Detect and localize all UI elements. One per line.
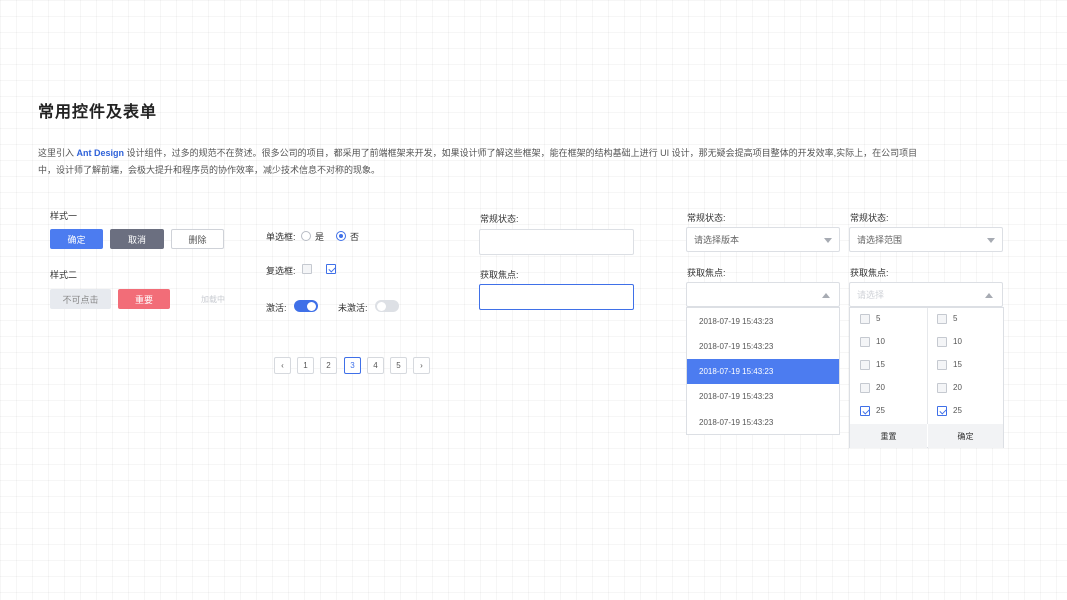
- style2-label: 样式二: [50, 270, 78, 280]
- range-select-open[interactable]: 请选择: [849, 282, 1003, 307]
- select1-focus-label: 获取焦点:: [687, 268, 726, 278]
- option-label: 25: [876, 406, 885, 415]
- select2-normal-label: 常规状态:: [850, 213, 889, 223]
- select2-focus-label: 获取焦点:: [850, 268, 889, 278]
- pagination-prev[interactable]: ‹: [274, 357, 291, 374]
- desc-prefix: 这里引入: [38, 148, 75, 158]
- dropdown-option[interactable]: 2018-07-19 15:43:23: [687, 410, 839, 435]
- switch-knob: [377, 301, 386, 311]
- option-label: 10: [876, 337, 885, 346]
- confirm-button[interactable]: 确定: [50, 229, 103, 249]
- input-focus-label: 获取焦点:: [480, 270, 519, 280]
- checkbox-unchecked[interactable]: [302, 264, 312, 274]
- pagination-page-3[interactable]: 3: [344, 357, 361, 374]
- option-label: 25: [953, 406, 962, 415]
- desc-brand: Ant Design: [76, 148, 125, 158]
- radio-no-label: 否: [350, 232, 360, 242]
- version-select-placeholder: 请选择版本: [694, 235, 740, 245]
- disabled-button: 不可点击: [50, 289, 111, 309]
- option-label: 5: [876, 314, 881, 323]
- pagination-page-1[interactable]: 1: [297, 357, 314, 374]
- input-normal-label: 常规状态:: [480, 214, 519, 224]
- text-input-focused[interactable]: [479, 284, 634, 310]
- option-label: 20: [876, 383, 885, 392]
- checkbox[interactable]: [860, 360, 870, 370]
- dropdown-option-selected[interactable]: 2018-07-19 15:43:23: [687, 359, 839, 384]
- version-dropdown: 2018-07-19 15:43:23 2018-07-19 15:43:23 …: [686, 307, 840, 435]
- switch-knob: [307, 301, 316, 311]
- checkbox[interactable]: [860, 314, 870, 324]
- page-title: 常用控件及表单: [38, 104, 158, 121]
- checkbox[interactable]: [937, 314, 947, 324]
- checkbox-label: 复选框:: [266, 266, 296, 276]
- checkbox[interactable]: [860, 383, 870, 393]
- page-description: 这里引入 Ant Design 设计组件，过多的规范不在赘述。很多公司的项目，都…: [38, 145, 918, 179]
- dropdown-option[interactable]: 2018-07-19 15:43:23: [687, 384, 839, 409]
- reset-button[interactable]: 重置: [850, 424, 927, 448]
- radio-no[interactable]: [336, 231, 346, 241]
- chevron-up-icon: [822, 293, 830, 298]
- switch-on-label: 激活:: [266, 303, 287, 313]
- pagination-page-2[interactable]: 2: [320, 357, 337, 374]
- range-select[interactable]: 请选择范围: [849, 227, 1003, 252]
- chevron-down-icon: [824, 238, 832, 243]
- loading-button[interactable]: 加载中: [186, 289, 240, 309]
- chevron-up-icon: [985, 293, 993, 298]
- range-confirm-button[interactable]: 确定: [928, 424, 1003, 448]
- checkbox[interactable]: [937, 383, 947, 393]
- important-button[interactable]: 重要: [118, 289, 170, 309]
- dropdown-option[interactable]: 2018-07-19 15:43:23: [687, 334, 839, 359]
- dropdown-option[interactable]: 2018-07-19 15:43:23: [687, 309, 839, 334]
- range-select-open-placeholder: 请选择: [857, 290, 885, 300]
- cancel-button[interactable]: 取消: [110, 229, 164, 249]
- option-label: 15: [876, 360, 885, 369]
- range-select-placeholder: 请选择范围: [857, 235, 903, 245]
- style1-label: 样式一: [50, 211, 78, 221]
- version-select[interactable]: 请选择版本: [686, 227, 840, 252]
- version-select-open[interactable]: [686, 282, 840, 307]
- switch-on[interactable]: [294, 300, 318, 312]
- option-label: 5: [953, 314, 958, 323]
- delete-button[interactable]: 删除: [171, 229, 224, 249]
- radio-yes-label: 是: [315, 232, 325, 242]
- pagination-next[interactable]: ›: [413, 357, 430, 374]
- radio-label: 单选框:: [266, 232, 296, 242]
- checkbox[interactable]: [860, 337, 870, 347]
- pagination-page-5[interactable]: 5: [390, 357, 407, 374]
- select1-normal-label: 常规状态:: [687, 213, 726, 223]
- radio-yes[interactable]: [301, 231, 311, 241]
- option-label: 20: [953, 383, 962, 392]
- checkbox[interactable]: [937, 337, 947, 347]
- chevron-down-icon: [987, 238, 995, 243]
- text-input-normal[interactable]: [479, 229, 634, 255]
- switch-off-label: 未激活:: [338, 303, 368, 313]
- switch-off[interactable]: [375, 300, 399, 312]
- checkbox-checked[interactable]: [860, 406, 870, 416]
- option-label: 15: [953, 360, 962, 369]
- checkbox-checked[interactable]: [937, 406, 947, 416]
- pagination-page-4[interactable]: 4: [367, 357, 384, 374]
- checkbox-checked[interactable]: [326, 264, 336, 274]
- desc-rest: 设计组件，过多的规范不在赘述。很多公司的项目，都采用了前端框架来开发，如果设计师…: [38, 148, 918, 175]
- column-divider: [927, 308, 928, 424]
- option-label: 10: [953, 337, 962, 346]
- checkbox[interactable]: [937, 360, 947, 370]
